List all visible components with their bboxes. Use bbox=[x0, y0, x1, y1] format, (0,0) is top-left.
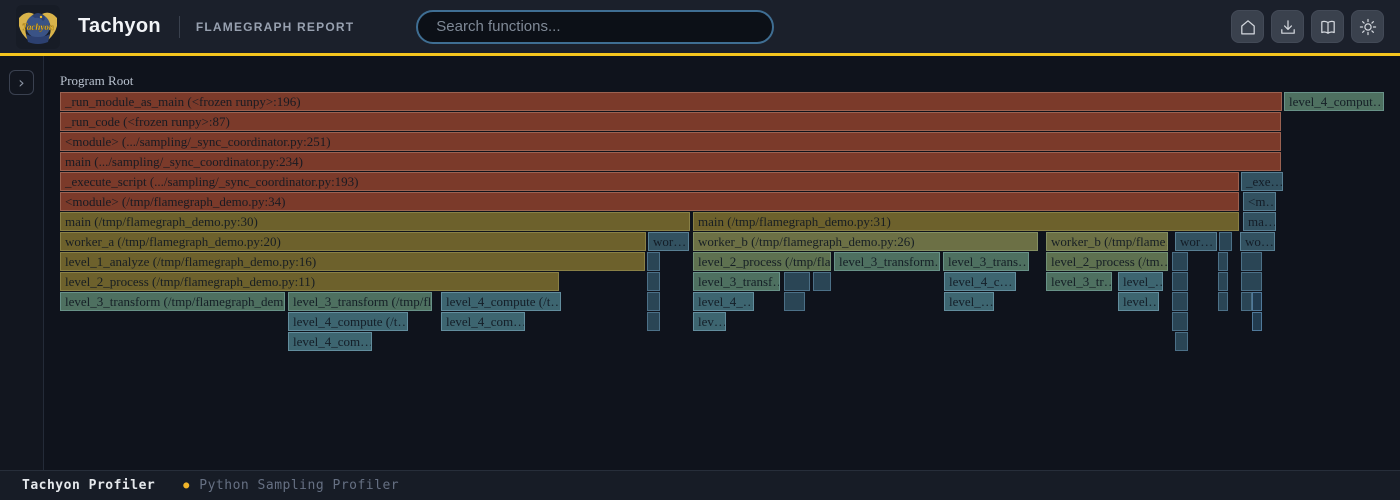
flame-frame[interactable]: lev… bbox=[693, 312, 726, 331]
home-button[interactable] bbox=[1231, 10, 1264, 43]
flamegraph-canvas[interactable]: Program Root _run_module_as_main (<froze… bbox=[44, 56, 1400, 470]
status-subtitle: Python Sampling Profiler bbox=[199, 478, 399, 493]
flame-frame[interactable] bbox=[1218, 272, 1228, 291]
flame-frame[interactable]: <module> (/tmp/flamegraph_demo.py:34) bbox=[60, 192, 1239, 211]
flame-frame[interactable]: _exe… bbox=[1241, 172, 1283, 191]
flame-frame[interactable]: worker_a (/tmp/flamegraph_demo.py:20) bbox=[60, 232, 646, 251]
flame-frame[interactable] bbox=[1241, 272, 1262, 291]
flame-frame[interactable] bbox=[1175, 332, 1188, 351]
flame-frame[interactable]: level_3_transform (/tmp/fl… bbox=[288, 292, 432, 311]
sun-icon bbox=[1357, 16, 1379, 38]
flame-frame[interactable]: wo… bbox=[1240, 232, 1275, 251]
flame-frame[interactable]: <module> (.../sampling/_sync_coordinator… bbox=[60, 132, 1281, 151]
sidebar-expand-button[interactable]: › bbox=[9, 70, 34, 95]
flame-frame[interactable] bbox=[647, 292, 660, 311]
flame-frame[interactable]: level_2_process (/tmp/fla… bbox=[693, 252, 831, 271]
flame-frame[interactable] bbox=[813, 272, 831, 291]
flame-frame[interactable]: _run_module_as_main (<frozen runpy>:196) bbox=[60, 92, 1282, 111]
flame-frame[interactable] bbox=[1172, 312, 1188, 331]
status-bar: Tachyon Profiler ● Python Sampling Profi… bbox=[0, 470, 1400, 500]
flame-frame[interactable]: wor… bbox=[1175, 232, 1217, 251]
flame-frame[interactable]: level_4_c… bbox=[944, 272, 1016, 291]
flame-frame[interactable] bbox=[1172, 272, 1188, 291]
svg-text:Tachyon: Tachyon bbox=[22, 22, 54, 32]
flame-frame[interactable]: level_1_analyze (/tmp/flamegraph_demo.py… bbox=[60, 252, 645, 271]
status-app-name: Tachyon Profiler bbox=[22, 478, 155, 493]
download-icon bbox=[1277, 16, 1299, 38]
flame-frame[interactable] bbox=[1241, 252, 1262, 271]
flame-frame[interactable]: level… bbox=[1118, 292, 1159, 311]
flame-frame[interactable] bbox=[1219, 232, 1232, 251]
flame-frame[interactable]: level_4_compute (/t… bbox=[441, 292, 561, 311]
search-input[interactable] bbox=[416, 10, 774, 44]
flame-frame[interactable]: level_3_tr… bbox=[1046, 272, 1112, 291]
flamegraph-root-label: Program Root bbox=[60, 73, 133, 89]
flame-frame[interactable] bbox=[647, 272, 660, 291]
flame-frame[interactable]: level_4_com… bbox=[288, 332, 372, 351]
flame-frame[interactable]: _run_code (<frozen runpy>:87) bbox=[60, 112, 1281, 131]
flame-frame[interactable]: <m… bbox=[1243, 192, 1276, 211]
flame-frame[interactable]: _execute_script (.../sampling/_sync_coor… bbox=[60, 172, 1239, 191]
flame-frame[interactable] bbox=[1172, 292, 1188, 311]
report-type-label: FLAMEGRAPH REPORT bbox=[196, 20, 354, 34]
flame-frame[interactable]: level_3_transform (/tmp/flamegraph_dem… bbox=[60, 292, 285, 311]
docs-button[interactable] bbox=[1311, 10, 1344, 43]
flame-frame[interactable]: level_3_transform… bbox=[834, 252, 940, 271]
flame-frame[interactable]: level_2_process (/tm… bbox=[1046, 252, 1168, 271]
flame-frame[interactable]: ma… bbox=[1243, 212, 1276, 231]
flame-frame[interactable]: wor… bbox=[648, 232, 689, 251]
flame-frame[interactable]: main (.../sampling/_sync_coordinator.py:… bbox=[60, 152, 1281, 171]
book-icon bbox=[1317, 16, 1339, 38]
status-dot-icon: ● bbox=[183, 480, 189, 491]
header: Tachyon Tachyon FLAMEGRAPH REPORT bbox=[0, 0, 1400, 56]
flame-frame[interactable]: level_2_process (/tmp/flamegraph_demo.py… bbox=[60, 272, 559, 291]
theme-toggle-button[interactable] bbox=[1351, 10, 1384, 43]
flame-frame[interactable] bbox=[1241, 292, 1252, 311]
flame-frame[interactable]: worker_b (/tmp/flamegraph_demo.py:26) bbox=[693, 232, 1038, 251]
home-icon bbox=[1237, 16, 1259, 38]
flame-frame[interactable] bbox=[1252, 312, 1262, 331]
flame-frame[interactable]: main (/tmp/flamegraph_demo.py:30) bbox=[60, 212, 690, 231]
app-title: Tachyon bbox=[78, 15, 161, 38]
flame-frame[interactable]: level_4_… bbox=[693, 292, 754, 311]
header-buttons bbox=[1231, 10, 1384, 43]
flame-frame[interactable]: level_4_comput… bbox=[1284, 92, 1384, 111]
flame-frame[interactable]: level_4_com… bbox=[441, 312, 525, 331]
flame-frame[interactable]: level_3_transf… bbox=[693, 272, 780, 291]
header-divider bbox=[179, 16, 180, 38]
flame-frame[interactable] bbox=[647, 312, 660, 331]
flame-frame[interactable]: main (/tmp/flamegraph_demo.py:31) bbox=[693, 212, 1239, 231]
app-logo-eagle-icon: Tachyon bbox=[16, 4, 60, 50]
flame-frame[interactable] bbox=[1218, 252, 1228, 271]
download-button[interactable] bbox=[1271, 10, 1304, 43]
flame-frame[interactable]: worker_b (/tmp/flame… bbox=[1046, 232, 1168, 251]
flame-frame[interactable] bbox=[647, 252, 660, 271]
sidebar: › bbox=[0, 56, 44, 470]
flame-frame[interactable] bbox=[784, 292, 805, 311]
flame-frame[interactable] bbox=[1218, 292, 1228, 311]
flame-frame[interactable]: level_4_compute (/t… bbox=[288, 312, 408, 331]
flame-frame[interactable]: level_… bbox=[1118, 272, 1163, 291]
flame-frame[interactable]: level_… bbox=[944, 292, 994, 311]
flame-frame[interactable] bbox=[1252, 292, 1262, 311]
main-area: › Program Root _run_module_as_main (<fro… bbox=[0, 56, 1400, 470]
flame-frame[interactable] bbox=[784, 272, 810, 291]
flame-frame[interactable] bbox=[1172, 252, 1188, 271]
flame-frame[interactable]: level_3_trans… bbox=[943, 252, 1029, 271]
